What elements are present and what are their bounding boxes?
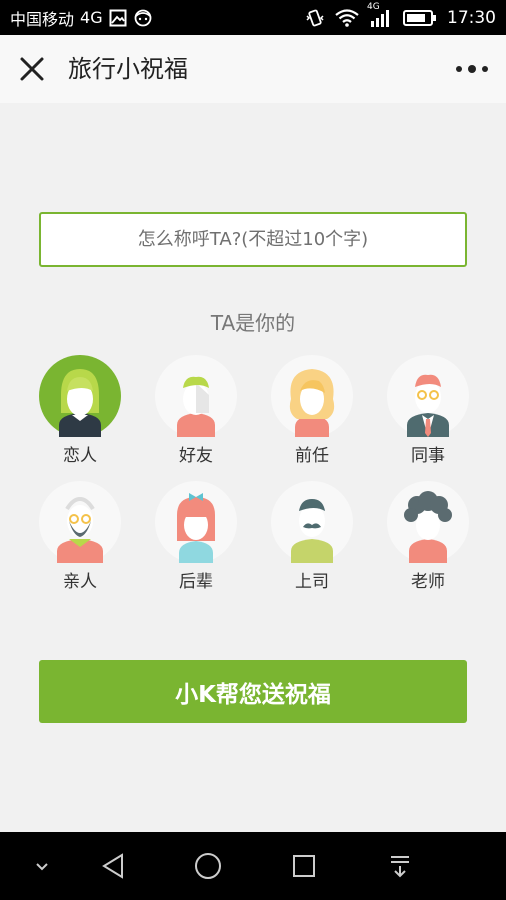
signal-icon: 4G	[367, 2, 393, 28]
clock: 17:30	[447, 7, 496, 28]
recents-icon[interactable]	[290, 832, 318, 900]
back-icon[interactable]	[98, 832, 128, 900]
colleague-avatar-icon	[387, 355, 469, 437]
gallery-icon	[109, 9, 127, 27]
wifi-icon	[335, 8, 359, 27]
junior-avatar-icon	[155, 481, 237, 563]
relation-option-label: 后辈	[179, 572, 213, 592]
relation-option-label: 同事	[411, 446, 445, 466]
teacher-avatar-icon	[387, 481, 469, 563]
relation-option-label: 前任	[295, 446, 329, 466]
family-avatar-icon	[39, 481, 121, 563]
chevron-down-icon[interactable]	[28, 832, 56, 900]
relation-option-friend[interactable]: 好友	[154, 355, 238, 466]
relation-option-junior[interactable]: 后辈	[154, 481, 238, 592]
boss-avatar-icon	[271, 481, 353, 563]
home-icon[interactable]	[192, 832, 224, 900]
name-input[interactable]	[39, 212, 467, 267]
signal-label: 4G	[367, 1, 380, 12]
relation-option-family[interactable]: 亲人	[38, 481, 122, 592]
relation-option-colleague[interactable]: 同事	[386, 355, 470, 466]
system-nav-bar	[0, 832, 506, 900]
friend-avatar-icon	[155, 355, 237, 437]
lover-avatar-icon	[39, 355, 121, 437]
send-blessing-button[interactable]: 小K帮您送祝福	[39, 660, 467, 723]
close-icon[interactable]	[18, 55, 46, 83]
face-icon	[133, 9, 153, 27]
network-label: 4G	[80, 8, 103, 27]
battery-icon	[403, 9, 437, 27]
more-icon[interactable]	[456, 59, 488, 79]
ex-avatar-icon	[271, 355, 353, 437]
relation-option-label: 好友	[179, 446, 213, 466]
relation-option-label: 亲人	[63, 572, 97, 592]
relation-option-lover[interactable]: 恋人	[38, 355, 122, 466]
relation-option-label: 老师	[411, 572, 445, 592]
relation-label: TA是你的	[210, 311, 296, 335]
page-title: 旅行小祝福	[68, 55, 188, 83]
relation-option-ex[interactable]: 前任	[270, 355, 354, 466]
notification-pulldown-icon[interactable]	[386, 832, 414, 900]
relation-option-teacher[interactable]: 老师	[386, 481, 470, 592]
status-bar: 中国移动 4G 4G 17:30	[0, 0, 506, 35]
relation-option-label: 上司	[295, 572, 329, 592]
carrier-label: 中国移动	[10, 9, 75, 29]
relation-option-boss[interactable]: 上司	[270, 481, 354, 592]
vibrate-icon	[305, 8, 325, 28]
relation-option-label: 恋人	[63, 446, 97, 466]
nav-bar: 旅行小祝福	[0, 35, 506, 103]
